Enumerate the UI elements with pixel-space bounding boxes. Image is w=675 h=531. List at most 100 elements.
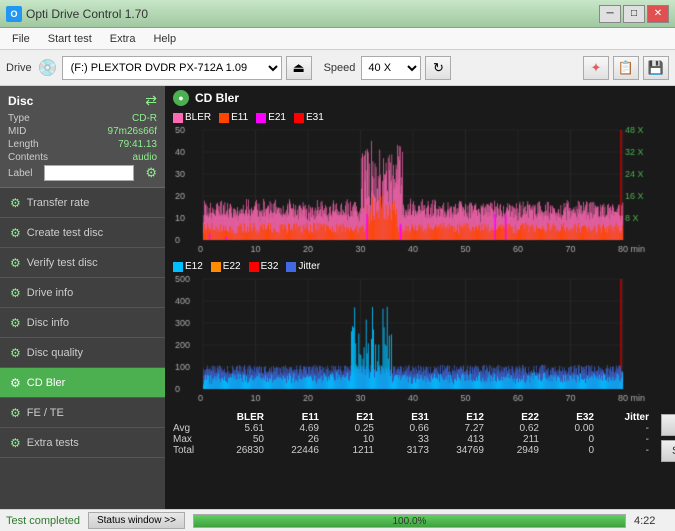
close-button[interactable]: ✕	[647, 5, 669, 23]
legend2-item-e22: E22	[211, 261, 241, 272]
statusbar: Test completed Status window >> 100.0% 4…	[0, 509, 675, 531]
legend2-color-jitter	[286, 262, 296, 272]
cd-bler-icon: ⚙	[10, 376, 21, 390]
status-window-button[interactable]: Status window >>	[88, 512, 185, 529]
legend2-label-e22: E22	[223, 261, 241, 272]
stats-cell: E21	[323, 412, 378, 423]
copy-button[interactable]: 📋	[613, 56, 639, 80]
titlebar-left: O Opti Drive Control 1.70	[6, 6, 148, 22]
legend2-label-jitter: Jitter	[298, 261, 320, 272]
speed-select[interactable]: 40 X32 X24 X16 X8 X4 XMax	[361, 56, 421, 80]
stats-cell: 1211	[323, 445, 378, 456]
refresh-button[interactable]: ↻	[425, 56, 451, 80]
create-test-disc-icon: ⚙	[10, 226, 21, 240]
stats-row: Avg5.614.690.250.667.270.620.00-	[173, 423, 653, 434]
menu-item-start-test[interactable]: Start test	[40, 31, 100, 47]
drive-select[interactable]: (F:) PLEXTOR DVDR PX-712A 1.09	[62, 56, 282, 80]
transfer-rate-label: Transfer rate	[27, 197, 90, 209]
stats-cell: E22	[488, 412, 543, 423]
disc-info-icon: ⚙	[10, 316, 21, 330]
progress-bar-container: 100.0%	[193, 514, 626, 528]
legend1-item-bler: BLER	[173, 112, 211, 123]
menu-item-file[interactable]: File	[4, 31, 38, 47]
stats-cell: 33	[378, 434, 433, 445]
disc-label-icon[interactable]: ⚙	[145, 165, 157, 181]
extra-tests-icon: ⚙	[10, 436, 21, 450]
legend1-label-bler: BLER	[185, 112, 211, 123]
chart1-canvas	[173, 125, 663, 255]
stats-cell: 4.69	[268, 423, 323, 434]
main-area: Disc ⇄ Type CD-R MID 97m26s66f Length 79…	[0, 86, 675, 509]
stats-cell: 22446	[268, 445, 323, 456]
stats-cell: 26	[268, 434, 323, 445]
eject-button[interactable]: ⏏	[286, 56, 312, 80]
erase-button[interactable]: ✦	[583, 56, 609, 80]
disc-quality-icon: ⚙	[10, 346, 21, 360]
save-button[interactable]: 💾	[643, 56, 669, 80]
stats-cell: Avg	[173, 423, 213, 434]
sidebar-item-disc-info[interactable]: ⚙ Disc info	[0, 308, 165, 338]
stats-cell: E12	[433, 412, 488, 423]
sidebar-item-fe-te[interactable]: ⚙ FE / TE	[0, 398, 165, 428]
sidebar: Disc ⇄ Type CD-R MID 97m26s66f Length 79…	[0, 86, 165, 509]
maximize-button[interactable]: □	[623, 5, 645, 23]
stats-cell: -	[598, 423, 653, 434]
stats-table: BLERE11E21E31E12E22E32JitterAvg5.614.690…	[173, 412, 653, 456]
action-buttons: Start full Start part	[661, 414, 675, 462]
stats-cell: Max	[173, 434, 213, 445]
disc-length-value: 79:41.13	[118, 139, 157, 150]
sidebar-item-extra-tests[interactable]: ⚙ Extra tests	[0, 428, 165, 458]
fe-te-label: FE / TE	[27, 407, 64, 419]
disc-contents-value: audio	[133, 152, 157, 163]
start-part-button[interactable]: Start part	[661, 440, 675, 462]
drive-info-icon: ⚙	[10, 286, 21, 300]
titlebar: O Opti Drive Control 1.70 ─ □ ✕	[0, 0, 675, 28]
legend2-color-e32	[249, 262, 259, 272]
status-time: 4:22	[634, 515, 669, 527]
disc-expand-icon[interactable]: ⇄	[145, 92, 157, 109]
minimize-button[interactable]: ─	[599, 5, 621, 23]
stats-cell: E11	[268, 412, 323, 423]
stats-cell: 0.25	[323, 423, 378, 434]
disc-contents-label: Contents	[8, 152, 48, 163]
stats-cell: 26830	[213, 445, 268, 456]
legend1-item-e11: E11	[219, 112, 248, 123]
start-full-button[interactable]: Start full	[661, 414, 675, 436]
stats-cell: 211	[488, 434, 543, 445]
verify-test-disc-icon: ⚙	[10, 256, 21, 270]
chart2-legend: E12 E22 E32 Jitter	[165, 259, 675, 274]
legend2-label-e32: E32	[261, 261, 279, 272]
stats-cell: 34769	[433, 445, 488, 456]
sidebar-item-verify-test-disc[interactable]: ⚙ Verify test disc	[0, 248, 165, 278]
content-area: ● CD Bler BLER E11 E21 E31 E12 E22 E32 J…	[165, 86, 675, 509]
legend1-label-e11: E11	[231, 112, 248, 123]
speed-label: Speed	[324, 62, 356, 74]
sidebar-item-cd-bler[interactable]: ⚙ CD Bler	[0, 368, 165, 398]
sidebar-item-disc-quality[interactable]: ⚙ Disc quality	[0, 338, 165, 368]
sidebar-item-drive-info[interactable]: ⚙ Drive info	[0, 278, 165, 308]
disc-label-input[interactable]	[44, 165, 134, 181]
disc-quality-label: Disc quality	[27, 347, 83, 359]
legend2-item-jitter: Jitter	[286, 261, 320, 272]
legend1-label-e31: E31	[306, 112, 324, 123]
chart2-container	[173, 274, 667, 404]
chart1-container	[173, 125, 667, 255]
menu-item-help[interactable]: Help	[145, 31, 184, 47]
progress-text: 100.0%	[194, 515, 625, 529]
stats-cell: E32	[543, 412, 598, 423]
stats-cell: 3173	[378, 445, 433, 456]
disc-panel: Disc ⇄ Type CD-R MID 97m26s66f Length 79…	[0, 86, 165, 188]
chart1-header: ● CD Bler	[165, 86, 675, 110]
disc-label-label: Label	[8, 168, 32, 179]
disc-mid-row: MID 97m26s66f	[8, 126, 157, 137]
extra-tests-label: Extra tests	[27, 437, 79, 449]
sidebar-item-create-test-disc[interactable]: ⚙ Create test disc	[0, 218, 165, 248]
menu-item-extra[interactable]: Extra	[102, 31, 144, 47]
legend2-color-e22	[211, 262, 221, 272]
sidebar-item-transfer-rate[interactable]: ⚙ Transfer rate	[0, 188, 165, 218]
app-icon: O	[6, 6, 22, 22]
stats-cell: 10	[323, 434, 378, 445]
stats-cell: 0.62	[488, 423, 543, 434]
drive-label: Drive	[6, 62, 32, 74]
legend1-item-e21: E21	[256, 112, 286, 123]
